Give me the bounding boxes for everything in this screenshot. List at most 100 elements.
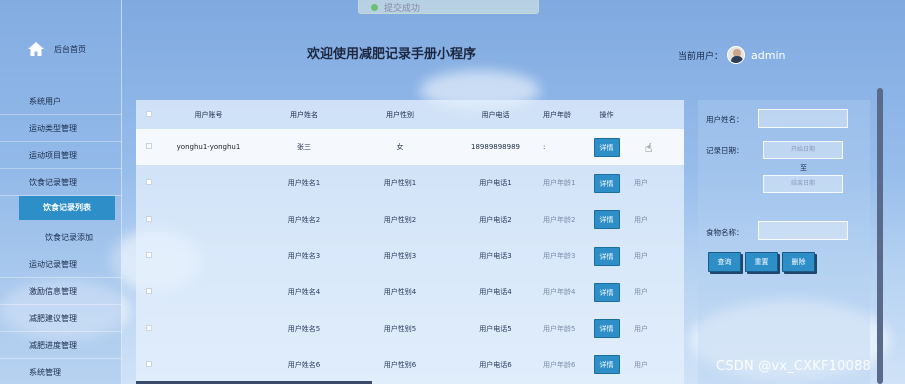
cell-account	[161, 347, 256, 383]
detail-button[interactable]: 详情	[593, 210, 620, 230]
sidebar-item[interactable]: 饮食记录添加	[0, 224, 122, 251]
column-header-age: 用户年龄	[543, 110, 571, 119]
column-header-actions: 操作	[599, 110, 614, 119]
cell-age: 用户年龄4	[543, 288, 576, 297]
avatar[interactable]	[727, 46, 746, 64]
column-header-gender: 用户性别	[386, 110, 414, 119]
sidebar-item[interactable]: 运动类型管理	[0, 115, 122, 142]
cell-age: 用户年龄1	[543, 179, 576, 188]
cell-actions: 详情	[579, 129, 634, 166]
cell-extra: 用户	[634, 324, 648, 333]
table-header-row: 用户账号 用户姓名 用户性别 用户电话 用户年龄 操作	[136, 100, 684, 129]
sidebar-item[interactable]: 运动项目管理	[0, 142, 122, 169]
sidebar-item[interactable]: 系统管理	[0, 359, 122, 384]
sidebar-menu: 系统用户 运动类型管理 运动项目管理 饮食记录管理 饮食记录列表饮食记录添加 运动记录管理…	[0, 88, 122, 384]
column-header-account: 用户账号	[194, 110, 223, 119]
table-row: 用户姓名2 用户性别2 用户电话2 用户年龄2 详情 用户	[136, 202, 684, 238]
detail-button[interactable]: 详情	[593, 137, 620, 157]
sidebar-home[interactable]: 后台首页	[28, 42, 86, 56]
cell-phone: 用户电话6	[479, 360, 512, 369]
row-select-cell	[136, 129, 161, 166]
column-header-name: 用户姓名	[290, 110, 318, 119]
check-icon	[371, 3, 378, 11]
cell-extra: 用户	[634, 252, 648, 261]
detail-button[interactable]: 详情	[593, 282, 620, 302]
cell-age: 用户年龄3	[543, 252, 576, 261]
success-toast: 提交成功	[358, 0, 539, 14]
sidebar-item[interactable]: 饮食记录列表	[19, 196, 115, 220]
cell-extra: 用户	[634, 288, 648, 297]
cell-gender: 用户性别1	[383, 179, 417, 188]
table-row: 用户姓名5 用户性别5 用户电话5 用户年龄5 详情 用户	[136, 310, 684, 346]
cell-age: :	[543, 129, 579, 166]
search-panel: 用户姓名： 记录日期： 开始日期 至 结束日期 食物名称： 查询 重置 删除	[698, 100, 870, 384]
cell-phone: 用户电话5	[479, 324, 512, 333]
search-name-label: 用户姓名：	[706, 115, 744, 124]
column-header-phone: 用户电话	[481, 110, 510, 119]
delete-button[interactable]: 删除	[782, 252, 815, 272]
sidebar-item[interactable]: 饮食记录管理	[0, 169, 122, 196]
sidebar: 后台首页 系统用户 运动类型管理 运动项目管理 饮食记录管理 饮食记录列表饮食记录添加运…	[0, 0, 122, 384]
detail-button[interactable]: 详情	[593, 355, 620, 375]
cell-account	[161, 274, 256, 310]
sidebar-item[interactable]: 运动记录管理	[0, 251, 122, 278]
cell-gender: 用户性别5	[383, 324, 417, 333]
vertical-scrollbar[interactable]	[877, 88, 883, 384]
detail-button[interactable]: 详情	[593, 246, 620, 266]
start-date-input[interactable]: 开始日期	[763, 141, 843, 159]
current-user: 当前用户： admin	[678, 46, 785, 64]
row-checkbox[interactable]	[145, 179, 152, 186]
search-name-input[interactable]	[758, 109, 848, 128]
cell-age: 用户年龄6	[543, 360, 576, 369]
home-icon	[28, 42, 44, 56]
cell-actions: 详情	[579, 238, 634, 274]
row-select-cell	[136, 310, 161, 346]
sidebar-item[interactable]: 系统用户	[0, 88, 122, 115]
cell-account	[161, 310, 256, 346]
cell-name: 用户姓名4	[287, 288, 321, 297]
cell-actions: 详情	[579, 165, 634, 201]
table-row: 用户姓名4 用户性别4 用户电话4 用户年龄4 详情 用户	[136, 274, 684, 310]
cell-actions: 详情	[579, 202, 634, 238]
cell-name: 用户姓名1	[287, 179, 321, 188]
row-checkbox[interactable]	[145, 215, 152, 222]
detail-button[interactable]: 详情	[593, 319, 620, 339]
cell-gender: 用户性别4	[383, 288, 417, 297]
sidebar-home-label: 后台首页	[54, 44, 86, 54]
sidebar-item[interactable]: 激励信息管理	[0, 278, 122, 305]
cell-extra: 用户	[634, 215, 648, 224]
cell-name: 张三	[256, 129, 352, 166]
table-row: yonghu1-yonghu1 张三女 18989898989: 详情	[136, 129, 684, 166]
reset-button[interactable]: 重置	[745, 252, 778, 272]
cell-extra: 用户	[634, 179, 648, 188]
table-row: 用户姓名6 用户性别6 用户电话6 用户年龄6 详情 用户	[136, 347, 684, 383]
page-title: 欢迎使用减肥记录手册小程序	[307, 47, 477, 62]
cell-name: 用户姓名6	[287, 360, 321, 369]
row-select-cell	[136, 347, 161, 383]
food-name-label: 食物名称：	[706, 228, 744, 237]
user-name[interactable]: admin	[751, 49, 785, 62]
select-all-header	[136, 100, 161, 129]
row-checkbox[interactable]	[145, 360, 152, 367]
record-date-label: 记录日期：	[706, 146, 744, 155]
row-select-cell	[136, 238, 161, 274]
cell-age: 用户年龄5	[543, 324, 576, 333]
table-row: 用户姓名1 用户性别1 用户电话1 用户年龄1 详情 用户	[136, 165, 684, 201]
row-checkbox[interactable]	[145, 288, 152, 295]
cell-phone: 用户电话1	[479, 179, 512, 188]
detail-button[interactable]: 详情	[593, 173, 620, 193]
cell-gender: 用户性别3	[383, 252, 417, 261]
row-checkbox[interactable]	[145, 324, 152, 331]
end-date-input[interactable]: 结束日期	[763, 175, 843, 193]
sidebar-item[interactable]: 减肥建议管理	[0, 305, 122, 332]
cell-name: 用户姓名2	[287, 215, 321, 224]
row-checkbox[interactable]	[145, 252, 152, 259]
sidebar-item[interactable]: 减肥进度管理	[0, 332, 122, 359]
row-checkbox[interactable]	[145, 143, 152, 150]
food-name-input[interactable]	[758, 221, 848, 240]
cell-gender: 女	[352, 129, 448, 166]
query-button[interactable]: 查询	[708, 252, 741, 272]
select-all-checkbox[interactable]	[145, 110, 152, 117]
cell-actions: 详情	[579, 310, 634, 346]
cell-phone: 用户电话2	[479, 215, 512, 224]
